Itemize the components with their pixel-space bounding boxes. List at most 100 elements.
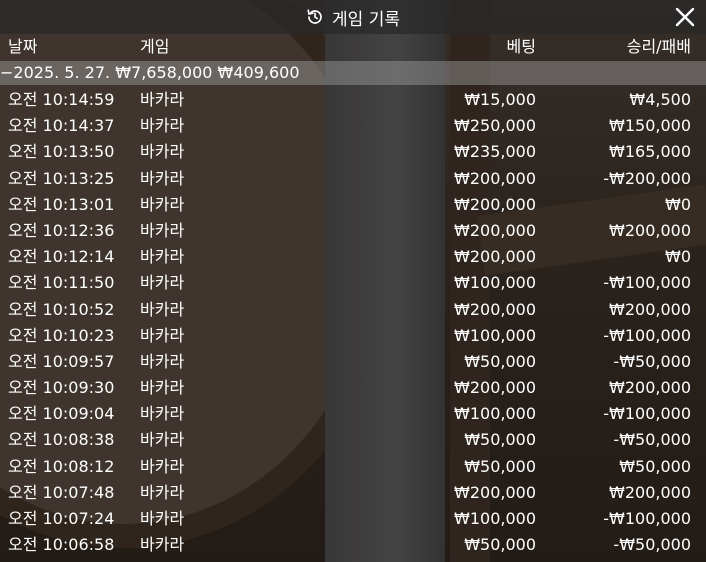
row-bet: ₩100,000 bbox=[454, 325, 536, 345]
row-result: -₩100,000 bbox=[603, 509, 691, 528]
row-result: ₩165,000 bbox=[609, 142, 691, 162]
table-row[interactable]: 오전 10:07:24 바카라 ₩100,000 -₩100,000 bbox=[0, 506, 706, 532]
row-time: 오전 10:09:04 bbox=[8, 404, 115, 424]
header-result: 승리/패배 bbox=[626, 37, 691, 56]
row-game: 바카라 bbox=[140, 430, 185, 450]
row-bet: ₩50,000 bbox=[464, 535, 536, 555]
row-game: 바카라 bbox=[140, 273, 185, 293]
row-result: ₩150,000 bbox=[609, 116, 691, 136]
table-row[interactable]: 오전 10:09:30 바카라 ₩200,000 ₩200,000 bbox=[0, 375, 706, 401]
title-group: 게임 기록 bbox=[306, 5, 400, 30]
row-result: ₩4,500 bbox=[629, 90, 691, 109]
history-list: 오전 10:14:59 바카라 ₩15,000 ₩4,500 오전 10:14:37 바카… bbox=[0, 87, 706, 558]
date-group-label: −2025. 5. 27. bbox=[0, 63, 111, 82]
row-result: ₩200,000 bbox=[609, 378, 691, 398]
table-row[interactable]: 오전 10:12:36 바카라 ₩200,000 ₩200,000 bbox=[0, 218, 706, 244]
close-icon[interactable] bbox=[674, 6, 696, 28]
table-row[interactable]: 오전 10:14:37 바카라 ₩250,000 ₩150,000 bbox=[0, 113, 706, 139]
row-bet: ₩50,000 bbox=[464, 456, 536, 476]
table-row[interactable]: 오전 10:06:58 바카라 ₩50,000 -₩50,000 bbox=[0, 532, 706, 558]
row-time: 오전 10:11:50 bbox=[8, 273, 115, 293]
row-time: 오전 10:13:01 bbox=[8, 194, 115, 214]
row-result: -₩200,000 bbox=[603, 168, 691, 188]
row-game: 바카라 bbox=[140, 194, 185, 214]
row-time: 오전 10:08:12 bbox=[8, 456, 115, 476]
row-game: 바카라 bbox=[140, 482, 185, 502]
table-row[interactable]: 오전 10:14:59 바카라 ₩15,000 ₩4,500 bbox=[0, 87, 706, 113]
row-game: 바카라 bbox=[140, 168, 185, 188]
row-game: 바카라 bbox=[140, 142, 185, 162]
table-row[interactable]: 오전 10:07:48 바카라 ₩200,000 ₩200,000 bbox=[0, 480, 706, 506]
table-row[interactable]: 오전 10:08:38 바카라 ₩50,000 -₩50,000 bbox=[0, 427, 706, 453]
row-result: ₩200,000 bbox=[609, 220, 691, 240]
row-result: -₩100,000 bbox=[603, 404, 691, 424]
row-time: 오전 10:07:48 bbox=[8, 482, 115, 502]
table-row[interactable]: 오전 10:09:57 바카라 ₩50,000 -₩50,000 bbox=[0, 349, 706, 375]
row-time: 오전 10:08:38 bbox=[8, 430, 115, 450]
row-game: 바카라 bbox=[140, 325, 185, 345]
row-time: 오전 10:10:23 bbox=[8, 325, 115, 345]
row-time: 오전 10:14:59 bbox=[8, 90, 115, 109]
row-result: ₩200,000 bbox=[609, 482, 691, 502]
table-row[interactable]: 오전 10:13:50 바카라 ₩235,000 ₩165,000 bbox=[0, 139, 706, 165]
row-time: 오전 10:10:52 bbox=[8, 299, 115, 319]
window-title: 게임 기록 bbox=[332, 9, 400, 30]
row-game: 바카라 bbox=[140, 220, 185, 240]
row-result: ₩50,000 bbox=[619, 456, 691, 476]
row-bet: ₩235,000 bbox=[454, 142, 536, 162]
row-time: 오전 10:06:58 bbox=[8, 535, 115, 555]
row-result: -₩50,000 bbox=[613, 535, 691, 555]
row-time: 오전 10:14:37 bbox=[8, 116, 115, 136]
row-bet: ₩250,000 bbox=[454, 116, 536, 136]
row-bet: ₩100,000 bbox=[454, 404, 536, 424]
row-game: 바카라 bbox=[140, 247, 185, 267]
row-result: -₩50,000 bbox=[613, 430, 691, 450]
table-row[interactable]: 오전 10:08:12 바카라 ₩50,000 ₩50,000 bbox=[0, 454, 706, 480]
table-row[interactable]: 오전 10:11:50 바카라 ₩100,000 -₩100,000 bbox=[0, 270, 706, 296]
row-time: 오전 10:07:24 bbox=[8, 509, 115, 528]
table-row[interactable]: 오전 10:13:01 바카라 ₩200,000 ₩0 bbox=[0, 192, 706, 218]
row-bet: ₩15,000 bbox=[464, 90, 536, 109]
row-result: ₩200,000 bbox=[609, 299, 691, 319]
row-result: -₩50,000 bbox=[613, 351, 691, 371]
row-bet: ₩200,000 bbox=[454, 247, 536, 267]
row-bet: ₩200,000 bbox=[454, 220, 536, 240]
row-game: 바카라 bbox=[140, 90, 185, 109]
row-bet: ₩200,000 bbox=[454, 194, 536, 214]
row-result: -₩100,000 bbox=[603, 273, 691, 293]
row-time: 오전 10:13:25 bbox=[8, 168, 115, 188]
table-row[interactable]: 오전 10:10:52 바카라 ₩200,000 ₩200,000 bbox=[0, 297, 706, 323]
row-bet: ₩100,000 bbox=[454, 273, 536, 293]
header-bet: 베팅 bbox=[506, 37, 536, 56]
date-group-result-total: ₩409,600 bbox=[217, 63, 300, 82]
table-row[interactable]: 오전 10:12:14 바카라 ₩200,000 ₩0 bbox=[0, 244, 706, 270]
row-time: 오전 10:13:50 bbox=[8, 142, 115, 162]
history-icon bbox=[306, 8, 324, 26]
row-bet: ₩100,000 bbox=[454, 509, 536, 528]
table-row[interactable]: 오전 10:13:25 바카라 ₩200,000 -₩200,000 bbox=[0, 166, 706, 192]
date-group-row[interactable]: −2025. 5. 27. ₩7,658,000 ₩409,600 bbox=[0, 61, 706, 85]
row-game: 바카라 bbox=[140, 456, 185, 476]
row-result: ₩0 bbox=[665, 194, 691, 214]
table-row[interactable]: 오전 10:10:23 바카라 ₩100,000 -₩100,000 bbox=[0, 323, 706, 349]
row-game: 바카라 bbox=[140, 299, 185, 319]
date-group-bet-total: ₩7,658,000 bbox=[115, 63, 213, 82]
table-header: 날짜 게임 베팅 승리/패배 bbox=[0, 34, 706, 60]
row-game: 바카라 bbox=[140, 509, 185, 528]
row-bet: ₩200,000 bbox=[454, 168, 536, 188]
title-bar: 게임 기록 bbox=[0, 0, 706, 34]
row-game: 바카라 bbox=[140, 404, 185, 424]
row-game: 바카라 bbox=[140, 535, 185, 555]
row-bet: ₩50,000 bbox=[464, 351, 536, 371]
row-time: 오전 10:12:14 bbox=[8, 247, 115, 267]
header-date: 날짜 bbox=[8, 37, 38, 56]
row-bet: ₩200,000 bbox=[454, 378, 536, 398]
row-bet: ₩200,000 bbox=[454, 299, 536, 319]
row-result: ₩0 bbox=[665, 247, 691, 267]
row-game: 바카라 bbox=[140, 116, 185, 136]
row-time: 오전 10:09:30 bbox=[8, 378, 115, 398]
row-game: 바카라 bbox=[140, 351, 185, 371]
table-row[interactable]: 오전 10:09:04 바카라 ₩100,000 -₩100,000 bbox=[0, 401, 706, 427]
header-game: 게임 bbox=[140, 37, 170, 56]
row-time: 오전 10:12:36 bbox=[8, 220, 115, 240]
